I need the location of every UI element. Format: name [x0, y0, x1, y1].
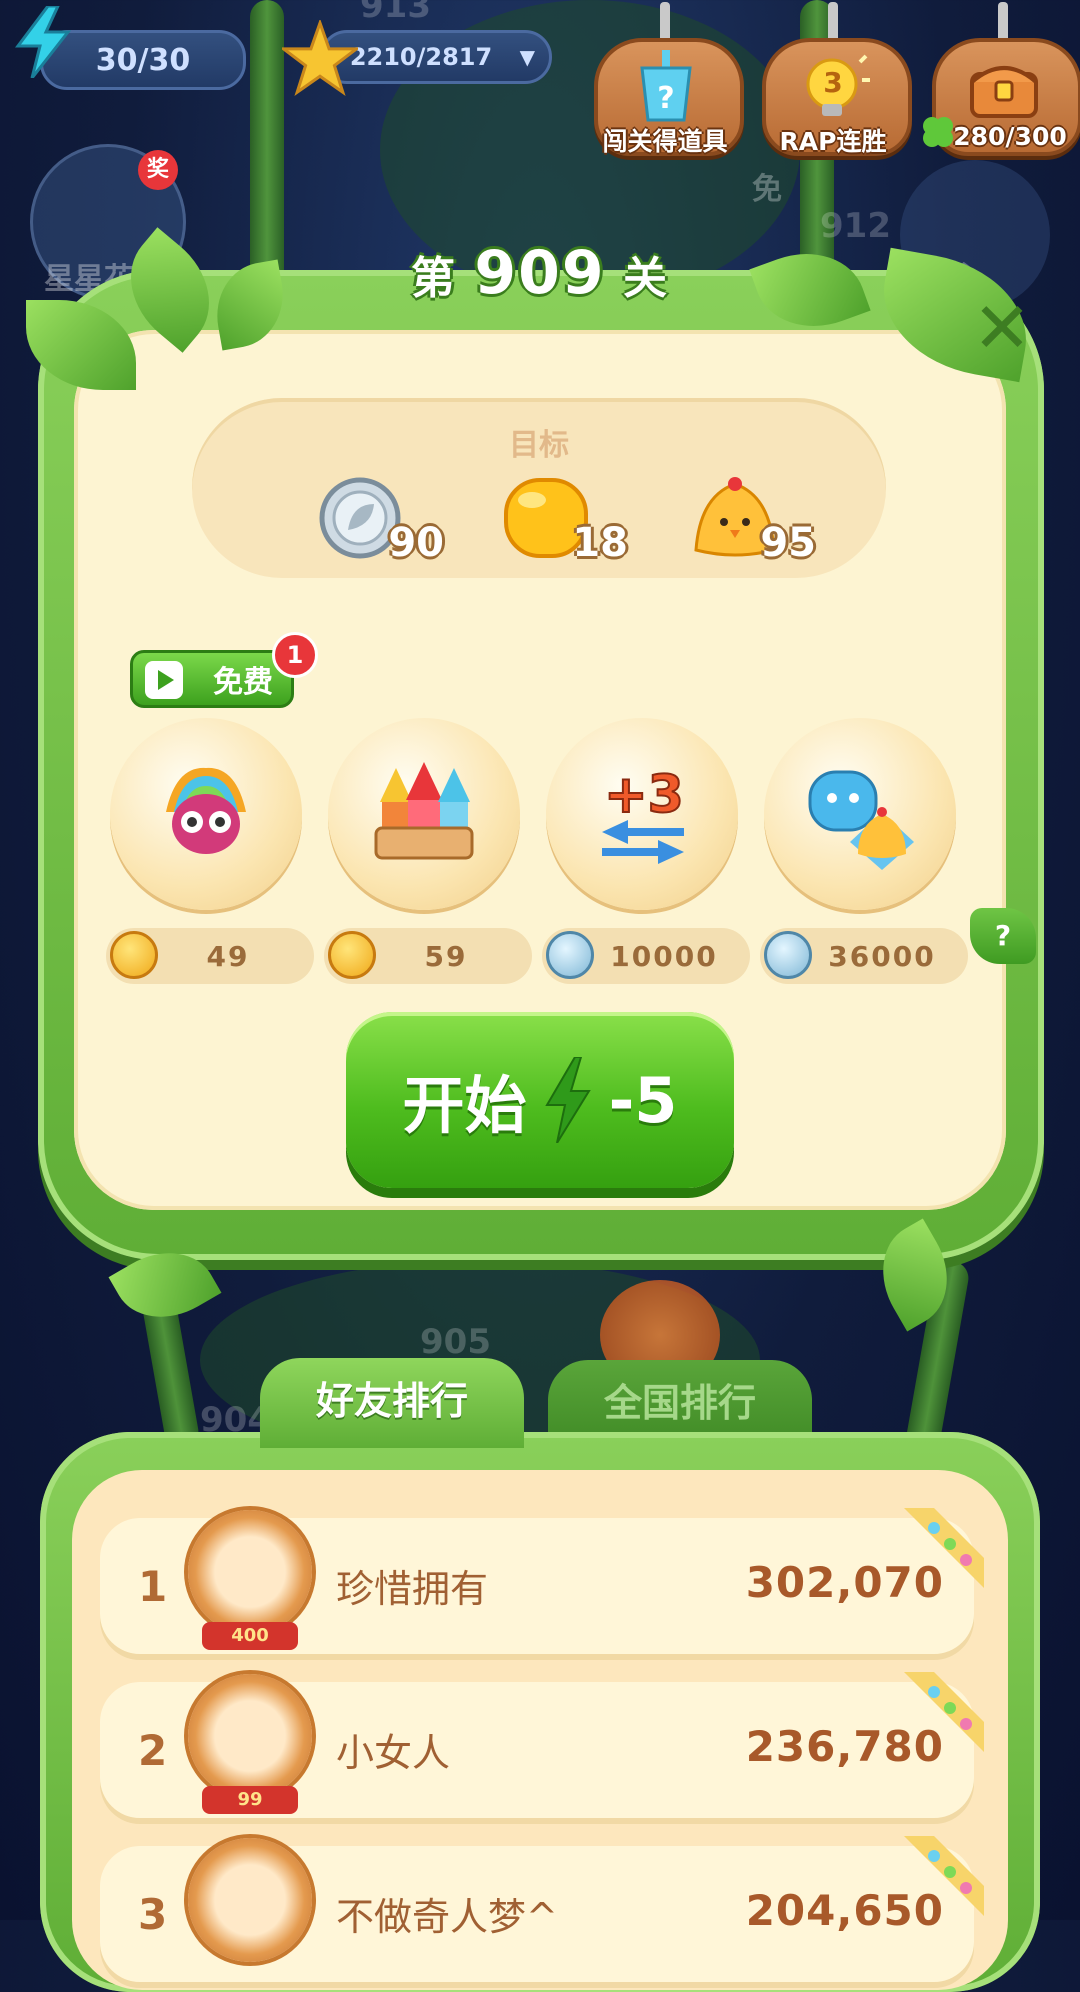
booster-jelly-chick[interactable]: [764, 718, 956, 910]
player-name: 不做奇人梦^: [336, 1895, 558, 1939]
price-amount: 49: [206, 939, 250, 973]
reward-badge: 奖: [138, 150, 178, 190]
avatar-level-badge: 400: [202, 1622, 298, 1650]
avatar-level-badge: 99: [202, 1786, 298, 1814]
svg-text:?: ?: [657, 81, 674, 116]
leaderboard-row[interactable]: 1 400 珍惜拥有 302,070: [100, 1508, 984, 1654]
rainbow-owl-icon: [166, 767, 246, 854]
tab-label: 全国排行: [603, 1381, 756, 1425]
energy-cost: -5: [608, 1063, 678, 1137]
notification-badge: 1: [272, 632, 318, 678]
level-number: 909: [474, 238, 606, 308]
stars-ribbon-icon: [904, 1508, 984, 1588]
clover-icon: [923, 117, 953, 147]
streak-count: 3: [823, 66, 843, 99]
goal-item: 95: [690, 476, 816, 576]
rap-streak-label: RAP连胜: [779, 127, 887, 156]
price-amount: 36000: [828, 939, 936, 973]
goal-box: 目标 90 18 95: [192, 398, 886, 578]
start-label: 开始: [402, 1069, 527, 1142]
fireworks-rockets-icon: [374, 762, 474, 860]
price-amount: 10000: [610, 939, 718, 973]
energy-count: 30/30: [95, 42, 191, 78]
price-amount: 59: [424, 939, 468, 973]
booster-rainbow-owl[interactable]: [110, 718, 302, 910]
player-name: 小女人: [336, 1731, 451, 1775]
goal-count: 90: [388, 520, 444, 566]
level-title: 第 909 关: [0, 238, 1080, 308]
free-video-button[interactable]: 免费: [130, 650, 294, 708]
question-icon: ?: [994, 919, 1012, 952]
goal-count: 95: [760, 520, 816, 566]
price-tag: 59: [324, 928, 532, 984]
leaderboard-row[interactable]: 3 不做奇人梦^ 204,650: [100, 1836, 984, 1982]
tab-label: 好友排行: [315, 1379, 468, 1423]
rank-number: 1: [138, 1562, 168, 1611]
avatar: [188, 1510, 312, 1634]
play-video-icon: [145, 661, 183, 699]
jelly-and-chick-icon: [808, 770, 914, 870]
lightning-icon: [15, 6, 72, 78]
free-label: 免费: [213, 665, 273, 700]
booster-extra-moves[interactable]: +3: [546, 718, 738, 910]
lightning-icon: [544, 1057, 591, 1143]
bg-level-number: 913: [360, 0, 431, 26]
gold-coin-icon: [110, 931, 158, 979]
rank-number: 3: [138, 1890, 168, 1939]
silver-coin-icon: [764, 931, 812, 979]
mystery-drink-icon: ?: [640, 50, 692, 122]
treasure-chest-button[interactable]: 280/300: [923, 2, 1080, 156]
stars-ribbon-icon: [904, 1836, 984, 1916]
goal-item: 18: [502, 476, 628, 576]
star-count: 2210/2817: [349, 43, 493, 71]
close-icon: ✕: [972, 287, 1032, 369]
goal-item: 90: [318, 476, 444, 576]
goal-count: 18: [572, 520, 628, 566]
level-suffix: 关: [622, 253, 669, 304]
avatar: [188, 1838, 312, 1962]
tab-friends-ranking[interactable]: 好友排行: [260, 1358, 524, 1448]
silver-coin-icon: [546, 931, 594, 979]
price-tag: 36000: [760, 928, 968, 984]
rank-number: 2: [138, 1726, 168, 1775]
bg-node-label: 免: [752, 172, 782, 207]
level-reward-label: 闯关得道具: [602, 127, 728, 156]
help-button[interactable]: ?: [970, 908, 1036, 964]
close-button[interactable]: ✕: [966, 292, 1038, 364]
svg-text:+3: +3: [604, 765, 684, 825]
star-icon: [282, 20, 358, 96]
bg-level-number: 905: [420, 1322, 491, 1362]
clover-progress-label: 280/300: [953, 122, 1067, 151]
treasure-chest-icon: [970, 66, 1038, 118]
rap-streak-button[interactable]: 3 RAP连胜: [762, 2, 912, 156]
goal-title: 目标: [509, 428, 569, 463]
dropdown-arrow-icon: ▼: [519, 45, 535, 69]
level-reward-button[interactable]: ? 闯关得道具: [594, 2, 744, 156]
plus-three-moves-icon: +3: [602, 764, 685, 864]
gold-coin-icon: [328, 931, 376, 979]
player-name: 珍惜拥有: [336, 1567, 489, 1611]
leaderboard-row[interactable]: 2 99 小女人 236,780: [100, 1672, 984, 1818]
avatar: [188, 1674, 312, 1798]
price-tag: 10000: [542, 928, 750, 984]
price-tag: 49: [106, 928, 314, 984]
start-button[interactable]: 开始 -5: [346, 1012, 734, 1188]
level-prefix: 第: [411, 253, 458, 304]
booster-fireworks[interactable]: [328, 718, 520, 910]
stars-ribbon-icon: [904, 1672, 984, 1752]
